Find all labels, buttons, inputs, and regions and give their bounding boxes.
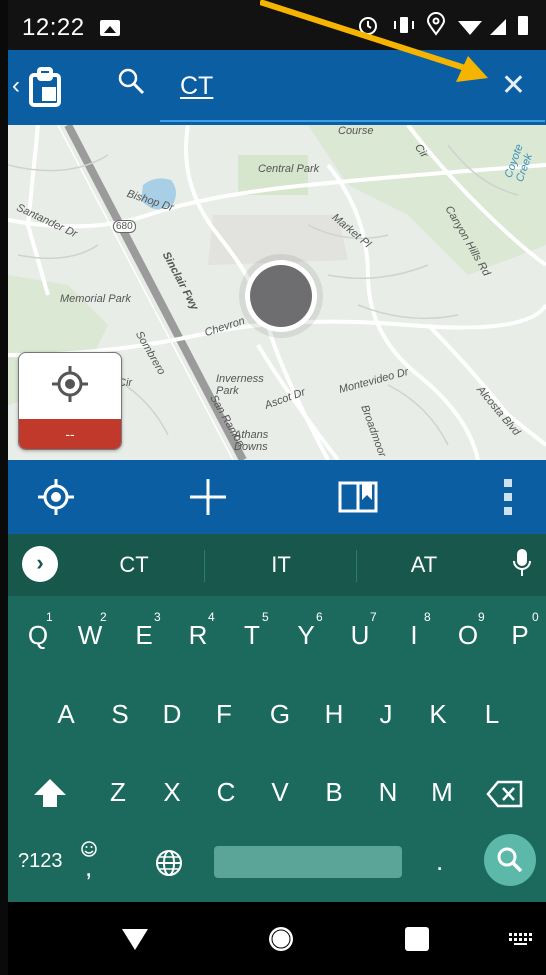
key-z[interactable]: Z [94, 777, 142, 808]
home-circle-icon[interactable] [266, 924, 296, 959]
keyboard-switch-icon[interactable] [508, 932, 534, 951]
suggestion-word[interactable]: CT [64, 552, 204, 578]
key-m[interactable]: M [418, 777, 466, 808]
comma-key[interactable]: , [85, 852, 92, 883]
status-time: 12:22 [22, 14, 85, 41]
map-label: Athans Downs [234, 429, 269, 453]
key-x[interactable]: X [148, 777, 196, 808]
on-screen-keyboard: › CT IT AT Q W E R T Y U I O P 1 2 3 4 5… [8, 534, 546, 902]
spacebar[interactable] [214, 846, 402, 878]
app-logo-icon[interactable] [28, 67, 62, 107]
search-icon [497, 847, 523, 873]
search-icon [116, 66, 146, 101]
key-d[interactable]: D [148, 699, 196, 730]
key-h[interactable]: H [310, 699, 358, 730]
highway-shield: 680 [113, 220, 136, 233]
suggestion-word[interactable]: AT [354, 552, 494, 578]
backspace-icon[interactable] [486, 780, 524, 813]
key-hint-2: 2 [100, 610, 107, 624]
bookmarks-button[interactable] [330, 460, 386, 534]
globe-icon[interactable] [154, 848, 184, 883]
crosshair-target-icon [51, 365, 89, 408]
search-input-underline [160, 120, 545, 122]
key-s[interactable]: S [96, 699, 144, 730]
suggestion-divider [204, 550, 205, 582]
more-vertical-icon [504, 479, 512, 515]
key-a[interactable]: A [42, 699, 90, 730]
shift-arrow-icon[interactable] [32, 777, 68, 814]
key-hint-0: 0 [532, 610, 539, 624]
key-hint-3: 3 [154, 610, 161, 624]
key-i[interactable]: I [390, 620, 438, 651]
key-u[interactable]: U [336, 620, 384, 651]
locate-button[interactable] [28, 460, 84, 534]
map-label: Central Park [258, 163, 320, 175]
bookmark-book-icon [338, 481, 378, 513]
back-chevron-icon[interactable]: ‹ [12, 72, 20, 100]
expand-suggestions-chevron-icon[interactable]: › [22, 546, 58, 582]
symbols-key[interactable]: ?123 [18, 850, 63, 873]
key-k[interactable]: K [414, 699, 462, 730]
key-v[interactable]: V [256, 777, 304, 808]
key-hint-9: 9 [478, 610, 485, 624]
key-p[interactable]: P [496, 620, 544, 651]
key-hint-1: 1 [46, 610, 53, 624]
key-b[interactable]: B [310, 777, 358, 808]
key-hint-8: 8 [424, 610, 431, 624]
search-input[interactable]: CT [180, 72, 213, 101]
map-label: Memorial Park [60, 293, 131, 305]
map-label: Course [338, 125, 374, 137]
map-label: Inverness Park [216, 373, 264, 397]
map-toolbar [8, 460, 546, 534]
key-f[interactable]: F [200, 699, 248, 730]
gps-accuracy-status: -- [19, 419, 121, 449]
image-notification-icon [100, 20, 120, 36]
key-t[interactable]: T [228, 620, 276, 651]
key-j[interactable]: J [362, 699, 410, 730]
battery-icon [518, 16, 528, 35]
key-hint-7: 7 [370, 610, 377, 624]
current-location-marker[interactable] [236, 251, 326, 341]
add-button[interactable] [180, 460, 236, 534]
key-g[interactable]: G [256, 699, 304, 730]
key-q[interactable]: Q [14, 620, 62, 651]
recents-square-icon[interactable] [404, 926, 430, 957]
key-l[interactable]: L [468, 699, 516, 730]
gps-location-widget[interactable]: -- [18, 352, 122, 450]
annotation-arrow-icon [260, 0, 488, 82]
key-r[interactable]: R [174, 620, 222, 651]
microphone-icon[interactable] [512, 548, 532, 583]
crosshair-target-icon [38, 479, 74, 515]
key-c[interactable]: C [202, 777, 250, 808]
key-w[interactable]: W [66, 620, 114, 651]
search-key-button[interactable] [484, 834, 536, 886]
key-o[interactable]: O [444, 620, 492, 651]
system-navigation-bar [8, 902, 546, 975]
back-triangle-icon[interactable] [120, 926, 150, 957]
key-e[interactable]: E [120, 620, 168, 651]
more-options-button[interactable] [488, 460, 528, 534]
key-hint-5: 5 [262, 610, 269, 624]
key-y[interactable]: Y [282, 620, 330, 651]
suggestion-word[interactable]: IT [211, 552, 351, 578]
key-hint-6: 6 [316, 610, 323, 624]
key-n[interactable]: N [364, 777, 412, 808]
key-hint-4: 4 [208, 610, 215, 624]
period-key[interactable]: . [436, 846, 443, 877]
plus-icon [190, 479, 226, 515]
suggestion-strip: › CT IT AT [8, 534, 546, 596]
